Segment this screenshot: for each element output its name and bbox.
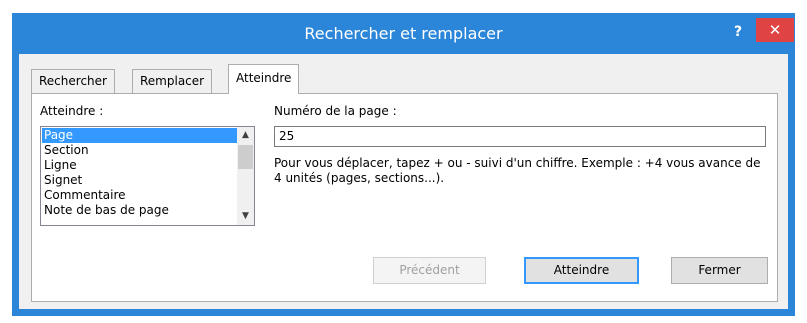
goto-button[interactable]: Atteindre [524,257,639,284]
list-item-commentaire[interactable]: Commentaire [42,188,239,203]
list-scrollbar[interactable]: ▲ ▼ [237,127,254,225]
dialog-body: Rechercher Remplacer Atteindre Atteindre… [19,54,788,309]
goto-what-label: Atteindre : [40,104,104,118]
dialog-title: Rechercher et remplacer [304,24,503,43]
list-item-page[interactable]: Page [42,128,239,143]
help-button[interactable]: ? [730,22,746,42]
scroll-down-icon[interactable]: ▼ [237,208,254,225]
find-replace-dialog: Rechercher et remplacer ? ✕ Rechercher R… [12,13,795,316]
page-number-label: Numéro de la page : [274,104,397,118]
scroll-thumb[interactable] [238,145,253,169]
tab-atteindre[interactable]: Atteindre [228,64,300,94]
previous-button[interactable]: Précédent [373,257,486,284]
tab-panel-atteindre: Atteindre : Page Section Ligne Signet Co… [31,93,778,302]
list-item-signet[interactable]: Signet [42,173,239,188]
close-button[interactable]: Fermer [671,257,768,284]
page-number-input[interactable]: 25 [274,126,766,147]
goto-what-list[interactable]: Page Section Ligne Signet Commentaire No… [40,126,255,226]
tab-rechercher[interactable]: Rechercher [31,69,115,93]
list-item-section[interactable]: Section [42,143,239,158]
tab-remplacer[interactable]: Remplacer [132,69,213,93]
scroll-up-icon[interactable]: ▲ [237,127,254,144]
goto-hint-text: Pour vous déplacer, tapez + ou - suivi d… [274,156,761,185]
title-bar[interactable]: Rechercher et remplacer ? ✕ [12,13,795,55]
list-item-note-bas-de-page[interactable]: Note de bas de page [42,203,239,218]
list-item-ligne[interactable]: Ligne [42,158,239,173]
close-window-button[interactable]: ✕ [756,18,794,42]
